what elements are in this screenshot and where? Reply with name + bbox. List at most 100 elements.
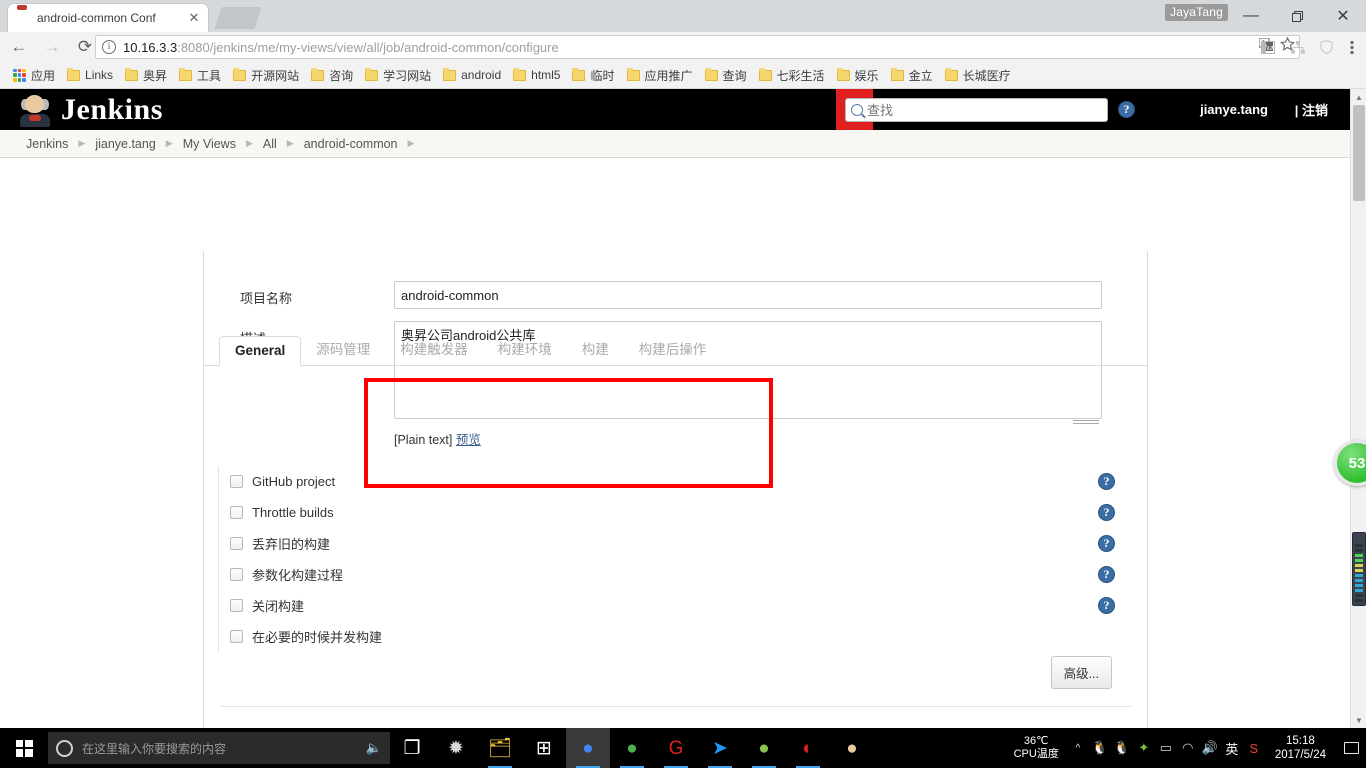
scroll-down-arrow[interactable]: ▼	[1351, 712, 1366, 728]
option-row[interactable]: GitHub project?	[204, 466, 1147, 497]
close-icon[interactable]: ✕	[186, 10, 202, 26]
fan-icon[interactable]: ✹	[434, 728, 478, 768]
checkbox[interactable]	[230, 537, 243, 550]
chevron-up-icon[interactable]: ^	[1067, 728, 1089, 768]
option-row[interactable]: 参数化构建过程?	[204, 559, 1147, 590]
avatar-icon[interactable]: ●	[830, 728, 874, 768]
advanced-button[interactable]: 高级...	[1050, 656, 1112, 689]
bookmark-item[interactable]: android	[438, 64, 506, 86]
qq-penguin-icon[interactable]: 🐧	[1111, 728, 1133, 768]
breadcrumb-item[interactable]: jianye.tang	[87, 137, 163, 151]
checkbox[interactable]	[230, 506, 243, 519]
bookmark-item[interactable]: 工具	[174, 64, 226, 86]
wifi-icon[interactable]: ◠	[1177, 728, 1199, 768]
option-row[interactable]: 关闭构建?	[204, 590, 1147, 621]
current-user-link[interactable]: jianye.tang	[1200, 89, 1268, 130]
bookmark-item[interactable]: 奥昇	[120, 64, 172, 86]
tab-构建后操作[interactable]: 构建后操作	[624, 332, 722, 365]
volume-icon[interactable]: 🔊	[1199, 728, 1221, 768]
bookmark-item[interactable]: 应用	[8, 64, 60, 86]
microsoft-store-icon[interactable]: ⊞	[522, 728, 566, 768]
telegram-plane-icon[interactable]: ➤	[698, 728, 742, 768]
battery-icon[interactable]: ▭	[1155, 728, 1177, 768]
tab-general[interactable]: General	[219, 336, 302, 366]
window-user-badge[interactable]: JayaTang	[1165, 4, 1228, 21]
cortana-search-box[interactable]: 在这里输入你要搜索的内容 🔈	[48, 732, 390, 764]
breadcrumb-item[interactable]: My Views	[175, 137, 244, 151]
breadcrumb-item[interactable]: Jenkins	[18, 137, 76, 151]
search-input[interactable]	[867, 102, 1107, 118]
android-studio-icon[interactable]: ●	[742, 728, 786, 768]
back-icon[interactable]: ←	[5, 33, 33, 61]
bookmark-item[interactable]: html5	[508, 64, 565, 86]
help-icon[interactable]: ?	[1118, 101, 1135, 118]
taskbar-clock[interactable]: 15:18 2017/5/24	[1265, 734, 1336, 762]
search-box[interactable]	[845, 98, 1108, 122]
project-name-input[interactable]	[394, 281, 1102, 309]
help-icon[interactable]: ?	[1098, 473, 1115, 490]
minimize-icon[interactable]: —	[1228, 0, 1274, 32]
qq-icon[interactable]: 🐧	[1089, 728, 1111, 768]
sogou-ime-icon[interactable]: S	[1243, 728, 1265, 768]
chrome-icon[interactable]: ●	[566, 728, 610, 768]
bookmark-item[interactable]: 长城医疗	[940, 64, 1016, 86]
checkbox[interactable]	[230, 599, 243, 612]
checkbox[interactable]	[230, 568, 243, 581]
wechat-icon[interactable]: ●	[610, 728, 654, 768]
browser-tab[interactable]: android-common Conf ✕	[8, 4, 208, 32]
scrollbar-thumb[interactable]	[1353, 105, 1365, 201]
signal-meter-icon[interactable]	[1352, 532, 1366, 606]
page-scrollbar[interactable]: ▲ ▼	[1350, 89, 1366, 728]
bookmark-item[interactable]: 金立	[886, 64, 938, 86]
breadcrumb-item[interactable]: All	[255, 137, 285, 151]
option-row[interactable]: 在必要的时候并发构建	[204, 621, 1147, 652]
checkbox[interactable]	[230, 630, 243, 643]
task-view-icon[interactable]: ❐	[390, 728, 434, 768]
help-icon[interactable]: ?	[1098, 597, 1115, 614]
bookmark-item[interactable]: 查询	[700, 64, 752, 86]
bookmark-item[interactable]: 娱乐	[832, 64, 884, 86]
tab-构建[interactable]: 构建	[567, 332, 624, 365]
file-explorer-icon[interactable]: 🗂	[478, 728, 522, 768]
360-safe-icon[interactable]: ✦	[1133, 728, 1155, 768]
shield-icon[interactable]	[1314, 35, 1338, 59]
microphone-icon[interactable]: 🔈	[366, 740, 382, 756]
cpu-temperature-widget[interactable]: 36℃ CPU温度	[1006, 735, 1067, 761]
forward-icon[interactable]: →	[38, 33, 66, 61]
sitemap-icon[interactable]	[1286, 35, 1310, 59]
jenkins-logo[interactable]: Jenkins	[0, 93, 163, 127]
preview-link[interactable]: 预览	[456, 433, 481, 447]
scroll-up-arrow[interactable]: ▲	[1351, 89, 1366, 105]
bookmark-item[interactable]: 应用推广	[622, 64, 698, 86]
windows-logo-icon[interactable]	[0, 728, 48, 768]
bookmark-item[interactable]: 七彩生活	[754, 64, 830, 86]
breadcrumb-item[interactable]: android-common	[296, 137, 406, 151]
snail-icon[interactable]: ◐	[786, 728, 830, 768]
tab-构建环境[interactable]: 构建环境	[483, 332, 567, 365]
bookmark-item[interactable]: 临时	[567, 64, 619, 86]
tab-源码管理[interactable]: 源码管理	[301, 332, 385, 365]
bookmark-item[interactable]: 咨询	[306, 64, 358, 86]
gome-g-icon[interactable]: G	[654, 728, 698, 768]
help-icon[interactable]: ?	[1098, 566, 1115, 583]
notification-icon[interactable]	[1336, 728, 1366, 768]
panel-icon[interactable]	[1256, 35, 1280, 59]
checkbox[interactable]	[230, 475, 243, 488]
maximize-icon[interactable]	[1274, 0, 1320, 32]
bookmark-item[interactable]: Links	[62, 64, 118, 86]
help-icon[interactable]: ?	[1098, 535, 1115, 552]
bookmark-item[interactable]: 开源网站	[228, 64, 304, 86]
close-window-icon[interactable]: ✕	[1320, 0, 1366, 32]
bookmark-item[interactable]: 学习网站	[360, 64, 436, 86]
more-menu-icon[interactable]	[1340, 35, 1364, 59]
logout-link[interactable]: | 注销	[1295, 89, 1328, 130]
tab-构建触发器[interactable]: 构建触发器	[385, 332, 483, 365]
address-bar[interactable]: i 10.16.3.3:8080/jenkins/me/my-views/vie…	[95, 35, 1300, 59]
option-row[interactable]: 丢弃旧的构建?	[204, 528, 1147, 559]
textarea-resize-handle[interactable]	[1073, 418, 1099, 424]
new-tab-button[interactable]	[214, 7, 262, 29]
site-info-icon[interactable]: i	[102, 40, 116, 54]
help-icon[interactable]: ?	[1098, 504, 1115, 521]
option-row[interactable]: Throttle builds?	[204, 497, 1147, 528]
ime-english-icon[interactable]: 英	[1221, 728, 1243, 768]
